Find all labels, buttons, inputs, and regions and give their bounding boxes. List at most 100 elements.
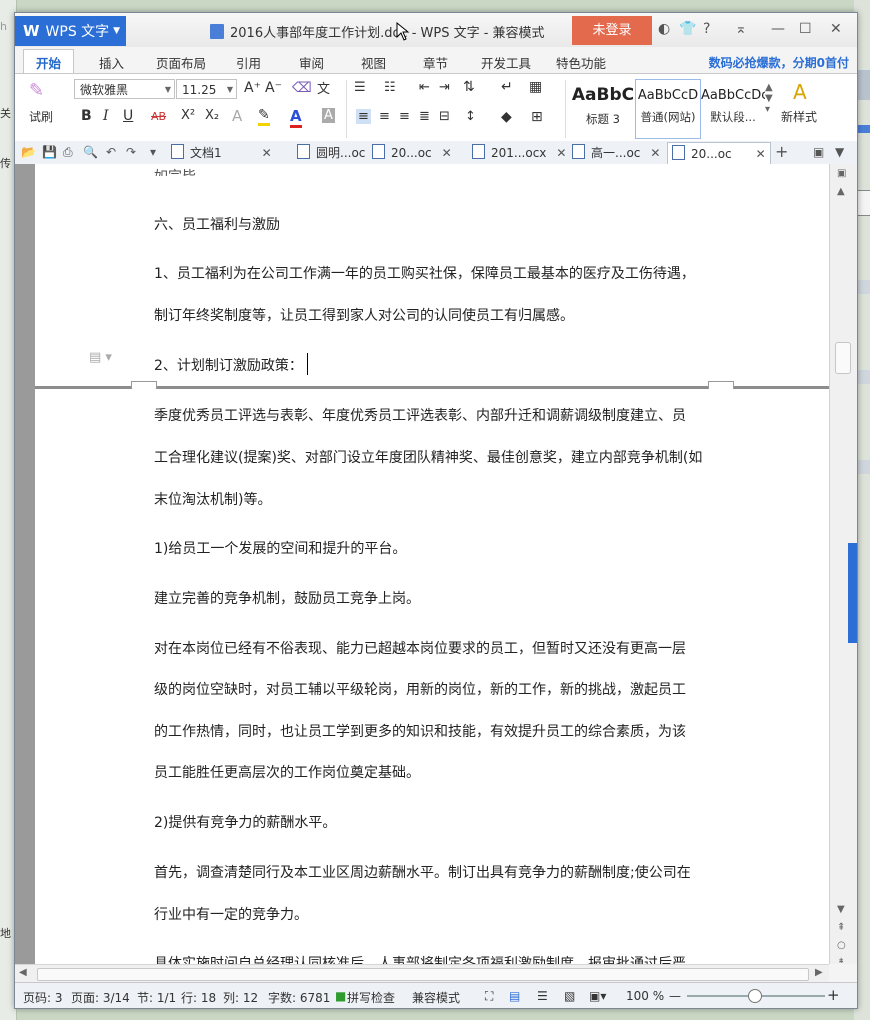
collapse-ribbon-icon[interactable]: ⌅	[735, 21, 747, 37]
paragraph-shading-icon[interactable]: ◆	[501, 109, 512, 125]
increase-indent-icon[interactable]: ⇥	[439, 80, 450, 95]
format-brush-label[interactable]: 试刷	[29, 108, 53, 125]
skin-icon[interactable]: ◐	[658, 21, 670, 37]
prev-page-icon[interactable]: ⇞	[837, 922, 845, 933]
browse-object-icon[interactable]: ○	[837, 940, 846, 951]
style-default-paragraph[interactable]: AaBbCcDc 默认段...	[700, 79, 766, 139]
web-view-icon[interactable]: ▧	[564, 989, 575, 1003]
underline-button[interactable]: U	[123, 108, 133, 124]
tab-insert[interactable]: 插入	[99, 53, 124, 72]
show-marks-icon[interactable]: ↵	[501, 79, 513, 95]
tab-chapter[interactable]: 章节	[423, 53, 448, 72]
login-button[interactable]: 未登录	[572, 16, 652, 45]
tab-developer[interactable]: 开发工具	[481, 53, 531, 72]
print-icon[interactable]: ⎙	[63, 145, 73, 160]
decrease-indent-icon[interactable]: ⇤	[419, 80, 430, 95]
help-icon[interactable]: ?	[703, 21, 710, 37]
scroll-right-icon[interactable]: ▶	[815, 967, 823, 978]
status-page-code[interactable]: 页码: 3	[23, 989, 63, 1006]
char-shading-icon[interactable]: A	[322, 108, 335, 123]
wps-menu-button[interactable]: W WPS 文字 ▼	[15, 16, 126, 46]
zoom-slider-knob[interactable]	[748, 989, 762, 1003]
close-icon[interactable]: ✕	[830, 21, 842, 37]
document-canvas[interactable]: 如完毕 六、员工福利与激励 1、员工福利为在公司工作满一年的员工购买社保，保障员…	[15, 164, 829, 964]
zoom-in-icon[interactable]: +	[827, 986, 840, 1004]
superscript-button[interactable]: X²	[181, 108, 195, 123]
new-tab-icon[interactable]: +	[775, 142, 788, 161]
save-icon[interactable]: 💾	[42, 145, 57, 159]
close-tab-icon[interactable]: ✕	[262, 146, 272, 160]
full-screen-view-icon[interactable]: ⛶	[485, 989, 493, 1004]
close-tab-icon[interactable]: ✕	[756, 147, 766, 161]
close-tab-icon[interactable]: ✕	[650, 146, 660, 160]
highlight-icon[interactable]: ✎	[258, 107, 270, 126]
tab-review[interactable]: 审阅	[299, 53, 324, 72]
page[interactable]: 如完毕 六、员工福利与激励 1、员工福利为在公司工作满一年的员工购买社保，保障员…	[35, 164, 829, 386]
page-view-icon[interactable]: ▤	[509, 989, 520, 1003]
justify-icon[interactable]: ≣	[419, 109, 430, 124]
style-normal-web[interactable]: AaBbCcD 普通(网站)	[635, 79, 701, 139]
tab-home[interactable]: 开始	[23, 49, 75, 76]
bold-button[interactable]: B	[81, 108, 92, 124]
phonetic-icon[interactable]: 文	[317, 78, 330, 97]
open-folder-icon[interactable]: 📂	[21, 145, 36, 159]
status-pages[interactable]: 页面: 3/14	[71, 989, 130, 1006]
tab-view[interactable]: 视图	[361, 53, 386, 72]
vertical-scroll-thumb[interactable]	[835, 342, 851, 374]
spellcheck-button[interactable]: 拼写检查	[347, 989, 395, 1006]
doc-tab[interactable]: 文档1 ✕	[171, 142, 272, 164]
align-center-icon[interactable]: ≡	[379, 109, 390, 124]
next-page-icon[interactable]: ⇟	[837, 957, 845, 963]
outline-view-icon[interactable]: ☰	[537, 989, 548, 1003]
doc-tab[interactable]: 高一...oc ✕	[572, 142, 660, 164]
align-right-icon[interactable]: ≡	[399, 109, 410, 124]
chinese-layout-icon[interactable]: ⇅	[463, 79, 475, 95]
zoom-level[interactable]: 100 %	[626, 989, 664, 1003]
text-effect-icon[interactable]: A	[232, 107, 242, 125]
line-spacing-icon[interactable]: ↕	[465, 109, 476, 124]
shirt-icon[interactable]: 👕	[679, 21, 696, 37]
borders-icon[interactable]: ⊞	[531, 109, 543, 125]
tab-special[interactable]: 特色功能	[556, 53, 606, 72]
bullet-list-icon[interactable]: ☰	[354, 80, 366, 95]
page[interactable]: 季度优秀员工评选与表彰、年度优秀员工评选表彰、内部升迁和调薪调级制度建立、员 工…	[35, 389, 829, 964]
doc-tab-active[interactable]: 20...oc ✕	[667, 142, 771, 165]
maximize-icon[interactable]: ☐	[799, 21, 812, 37]
strikethrough-button[interactable]: AB	[151, 110, 166, 123]
status-word-count[interactable]: 字数: 6781	[268, 989, 330, 1006]
minimize-icon[interactable]: —	[771, 21, 785, 37]
doc-tab[interactable]: 20...oc ✕	[372, 142, 452, 164]
clear-format-icon[interactable]: ⌫	[292, 80, 312, 96]
style-heading3[interactable]: AaBbC 标题 3	[570, 79, 636, 139]
align-left-icon[interactable]: ≡	[356, 109, 371, 124]
scroll-top-icon[interactable]: ▣	[837, 168, 846, 179]
horizontal-scroll-thumb[interactable]	[37, 968, 809, 981]
table-grid-icon[interactable]: ▦	[529, 79, 542, 95]
grow-font-button[interactable]: A⁺	[244, 80, 261, 96]
horizontal-scrollbar[interactable]: ◀ ▶	[15, 964, 829, 982]
font-size-select[interactable]: 11.25 ▼	[176, 79, 237, 99]
tab-list-icon[interactable]: ▣	[813, 145, 824, 159]
scroll-left-icon[interactable]: ◀	[19, 967, 27, 978]
promo-link[interactable]: 数码必抢爆款，分期0首付	[709, 54, 849, 71]
redo-icon[interactable]: ↷	[126, 145, 136, 159]
close-tab-icon[interactable]: ✕	[556, 146, 566, 160]
subscript-button[interactable]: X₂	[205, 108, 219, 123]
zoom-out-icon[interactable]: —	[669, 989, 681, 1003]
numbered-list-icon[interactable]: ☷	[384, 80, 396, 95]
new-style-button[interactable]: 新样式	[781, 108, 817, 125]
tab-page-layout[interactable]: 页面布局	[156, 53, 206, 72]
italic-button[interactable]: I	[103, 108, 109, 124]
print-preview-icon[interactable]: 🔍	[83, 145, 98, 159]
scroll-up-icon[interactable]: ▲	[837, 186, 845, 197]
close-tab-icon[interactable]: ✕	[442, 146, 452, 160]
tab-menu-icon[interactable]: ▼	[835, 145, 844, 159]
tab-references[interactable]: 引用	[236, 53, 261, 72]
reading-view-icon[interactable]: ▣▾	[589, 989, 606, 1003]
styles-scroll-icon[interactable]: ▲ ▼ ▾	[765, 82, 773, 115]
font-name-select[interactable]: 微软雅黑 ▼	[74, 79, 175, 99]
doc-tab[interactable]: 201...ocx ✕	[472, 142, 566, 164]
customize-toolbar-icon[interactable]: ▾	[150, 145, 156, 159]
distribute-icon[interactable]: ⊟	[439, 109, 450, 124]
undo-icon[interactable]: ↶	[106, 145, 116, 159]
